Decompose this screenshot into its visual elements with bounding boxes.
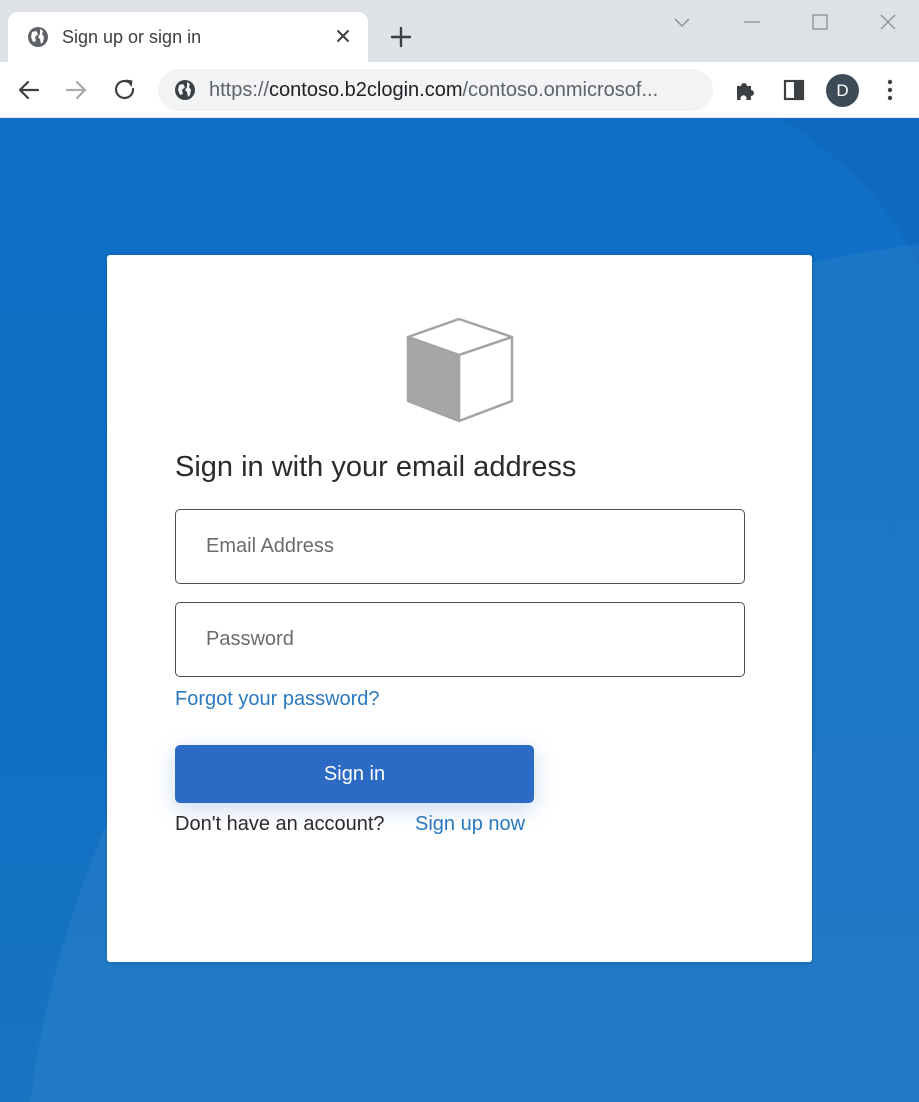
new-tab-icon[interactable]	[388, 24, 414, 50]
tab-search-chevron-icon[interactable]	[667, 8, 697, 38]
profile-avatar[interactable]: D	[826, 74, 859, 107]
extensions-puzzle-icon[interactable]	[732, 76, 760, 104]
tab-title: Sign up or sign in	[62, 27, 202, 47]
browser-tab-strip: Sign up or sign in	[0, 0, 919, 62]
email-field[interactable]	[175, 509, 745, 584]
cube-logo-icon	[406, 317, 514, 423]
reload-icon[interactable]	[111, 76, 139, 104]
browser-toolbar: https://contoso.b2clogin.com/contoso.onm…	[0, 62, 919, 118]
globe-icon	[28, 27, 48, 47]
browser-tab[interactable]: Sign up or sign in	[8, 12, 368, 62]
url-text: https://contoso.b2clogin.com/contoso.onm…	[209, 79, 658, 102]
minimize-icon[interactable]	[737, 8, 767, 38]
maximize-icon[interactable]	[805, 8, 835, 38]
page-title: Sign in with your email address	[175, 451, 577, 483]
page-background: Sign in with your email address Forgot y…	[0, 119, 919, 1102]
side-panel-icon[interactable]	[780, 76, 808, 104]
url-path: /contoso.onmicrosof...	[462, 79, 659, 101]
more-menu-icon[interactable]	[876, 76, 904, 104]
sign-in-button[interactable]: Sign in	[175, 745, 534, 803]
url-scheme: https://	[209, 79, 270, 101]
sign-up-link[interactable]: Sign up now	[415, 813, 525, 836]
url-host: contoso.b2clogin.com	[269, 79, 463, 101]
forgot-password-link[interactable]: Forgot your password?	[175, 688, 380, 711]
close-tab-icon[interactable]	[333, 26, 353, 46]
forward-arrow-icon[interactable]	[62, 76, 90, 104]
back-arrow-icon[interactable]	[15, 76, 43, 104]
no-account-label: Don't have an account?	[175, 813, 385, 835]
close-window-icon[interactable]	[873, 8, 903, 38]
sign-in-card: Sign in with your email address Forgot y…	[107, 255, 812, 962]
password-field[interactable]	[175, 602, 745, 677]
globe-icon[interactable]	[173, 78, 197, 102]
address-bar[interactable]: https://contoso.b2clogin.com/contoso.onm…	[158, 69, 713, 111]
